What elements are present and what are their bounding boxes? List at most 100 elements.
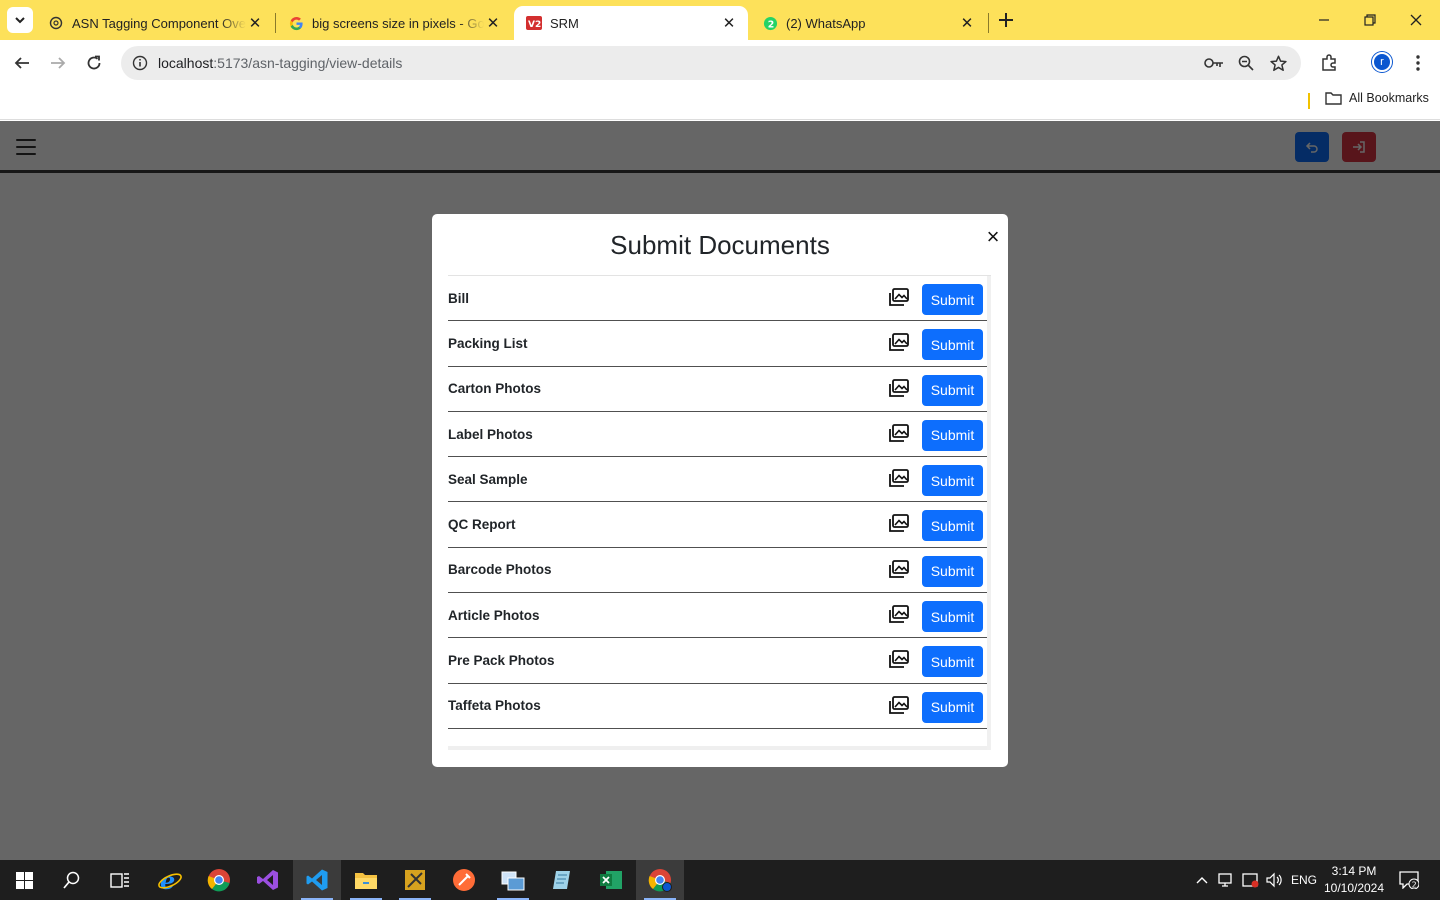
- document-name: Taffeta Photos: [448, 698, 541, 714]
- gallery-upload-icon[interactable]: [889, 378, 909, 397]
- document-name: Label Photos: [448, 426, 533, 442]
- gallery-upload-icon[interactable]: [889, 423, 909, 442]
- url-text[interactable]: localhost:5173/asn-tagging/view-details: [158, 55, 402, 71]
- close-tab-icon[interactable]: ✕: [720, 14, 738, 32]
- reload-icon: [87, 55, 101, 70]
- browser-menu-icon[interactable]: [1407, 52, 1429, 74]
- restore-icon: [1364, 14, 1376, 26]
- plus-icon: [999, 13, 1013, 27]
- search-icon[interactable]: [48, 860, 96, 900]
- postman-icon[interactable]: [440, 860, 488, 900]
- file-explorer-icon[interactable]: [342, 860, 390, 900]
- modal-title: Submit Documents: [610, 230, 830, 260]
- tab-title: ASN Tagging Component Overv: [72, 15, 246, 31]
- new-tab-button[interactable]: [994, 8, 1018, 32]
- submit-button[interactable]: Submit: [922, 329, 983, 361]
- document-row: Packing List Submit: [448, 321, 991, 367]
- excel-icon[interactable]: [587, 860, 635, 900]
- all-bookmarks-label: All Bookmarks: [1349, 91, 1429, 105]
- volume-icon[interactable]: [1264, 860, 1286, 900]
- gallery-upload-icon[interactable]: [889, 559, 909, 578]
- gallery-upload-icon[interactable]: [889, 605, 909, 623]
- network-icon[interactable]: [1215, 860, 1239, 900]
- site-info-icon[interactable]: [130, 53, 150, 73]
- gallery-upload-icon[interactable]: [889, 514, 909, 533]
- restore-window-button[interactable]: [1347, 0, 1393, 40]
- document-name: Seal Sample: [448, 471, 528, 487]
- document-row: QC Report Submit: [448, 502, 991, 548]
- clock-date: 10/10/2024: [1323, 881, 1385, 895]
- close-tab-icon[interactable]: ✕: [246, 14, 264, 32]
- chrome-icon[interactable]: [195, 860, 243, 900]
- vscode-icon[interactable]: [293, 860, 341, 900]
- tab-search-button[interactable]: [7, 7, 33, 33]
- notification-center-icon[interactable]: 2: [1396, 860, 1422, 900]
- submit-button[interactable]: Submit: [922, 646, 983, 678]
- submit-button[interactable]: Submit: [922, 284, 983, 315]
- gallery-upload-icon[interactable]: [889, 333, 909, 352]
- modal-close-button[interactable]: ×: [984, 224, 1002, 249]
- clock-time: 3:14 PM: [1331, 864, 1377, 878]
- zoom-icon[interactable]: [1236, 53, 1256, 73]
- whatsapp-icon: 2: [762, 15, 778, 31]
- bookmark-star-icon[interactable]: [1268, 53, 1288, 73]
- chevron-down-icon: [15, 17, 25, 24]
- minimize-window-button[interactable]: [1301, 0, 1347, 40]
- document-list: Bill Submit Packing List Submit Carton P…: [448, 275, 991, 750]
- extensions-icon[interactable]: [1318, 52, 1340, 74]
- forward-button[interactable]: [43, 48, 73, 78]
- close-tab-icon[interactable]: ✕: [958, 14, 976, 32]
- browser-tab-active[interactable]: V2 SRM ✕: [514, 6, 748, 40]
- gallery-upload-icon[interactable]: [889, 695, 909, 714]
- document-name: QC Report: [448, 517, 516, 533]
- document-name: Barcode Photos: [448, 562, 552, 578]
- browser-tab[interactable]: ASN Tagging Component Overv ✕: [36, 6, 274, 40]
- show-hidden-icons-chevron-up-icon[interactable]: [1192, 860, 1212, 900]
- reload-button[interactable]: [79, 48, 109, 78]
- security-alert-icon[interactable]: [1240, 860, 1262, 900]
- submit-button[interactable]: Submit: [922, 555, 983, 587]
- submit-button[interactable]: Submit: [922, 374, 983, 406]
- close-tab-icon[interactable]: ✕: [484, 14, 502, 32]
- document-name: Packing List: [448, 335, 528, 351]
- visual-studio-icon[interactable]: [244, 860, 292, 900]
- app-page: Submit Documents × Bill Submit Packing L…: [0, 121, 1440, 860]
- submit-button[interactable]: Submit: [922, 465, 983, 497]
- close-window-button[interactable]: [1393, 0, 1439, 40]
- all-bookmarks-button[interactable]: All Bookmarks: [1325, 91, 1429, 105]
- browser-tab[interactable]: big screens size in pixels - Goog ✕: [276, 6, 512, 40]
- internet-explorer-icon[interactable]: e: [146, 860, 194, 900]
- gallery-upload-icon[interactable]: [889, 650, 909, 669]
- document-row: Carton Photos Submit: [448, 367, 991, 412]
- url-path: :5173/asn-tagging/view-details: [213, 55, 403, 71]
- submit-button[interactable]: Submit: [922, 691, 983, 723]
- document-row: Taffeta Photos Submit: [448, 684, 991, 729]
- password-key-icon[interactable]: [1204, 53, 1224, 73]
- back-button[interactable]: [7, 48, 37, 78]
- sketch-tool-icon[interactable]: [391, 860, 439, 900]
- submit-button[interactable]: Submit: [922, 510, 983, 542]
- gallery-upload-icon[interactable]: [889, 288, 909, 306]
- svg-text:V2: V2: [528, 20, 541, 30]
- profile-avatar[interactable]: r: [1372, 52, 1392, 72]
- notepad-icon[interactable]: [538, 860, 586, 900]
- remote-desktop-icon[interactable]: [489, 860, 537, 900]
- google-icon: [288, 15, 304, 31]
- submit-button[interactable]: Submit: [922, 419, 983, 451]
- notification-count: 2: [1412, 880, 1417, 889]
- browser-tab[interactable]: 2 (2) WhatsApp ✕: [750, 6, 986, 40]
- submit-button[interactable]: Submit: [922, 601, 983, 633]
- language-indicator[interactable]: ENG: [1289, 860, 1319, 900]
- tab-title: SRM: [550, 15, 579, 31]
- address-bar[interactable]: localhost:5173/asn-tagging/view-details: [121, 46, 1301, 80]
- svg-text:2: 2: [767, 19, 774, 30]
- windows-start-icon[interactable]: [0, 860, 48, 900]
- bookmarks-divider: [1308, 93, 1310, 109]
- document-row: Seal Sample Submit: [448, 457, 991, 503]
- minimize-icon: [1319, 19, 1329, 21]
- task-view-icon[interactable]: [96, 860, 144, 900]
- bookmarks-bar: All Bookmarks: [0, 86, 1440, 120]
- chrome-profile-icon[interactable]: [636, 860, 684, 900]
- gallery-upload-icon[interactable]: [889, 469, 909, 488]
- system-clock[interactable]: 3:14 PM 10/10/2024: [1320, 863, 1388, 897]
